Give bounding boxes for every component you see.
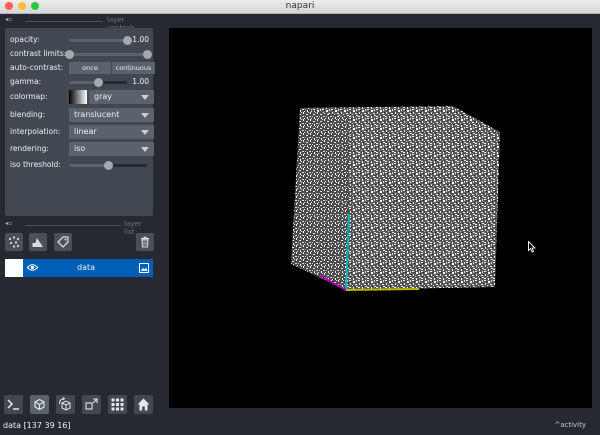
transpose-dimensions-button[interactable] bbox=[82, 395, 101, 414]
auto-contrast-continuous-button[interactable]: continuous bbox=[112, 62, 155, 74]
window-titlebar: napari bbox=[0, 0, 600, 14]
points-icon bbox=[8, 236, 20, 248]
auto-contrast-row: auto-contrast: once continuous bbox=[10, 61, 155, 75]
delete-layer-button[interactable] bbox=[136, 233, 154, 251]
contrast-limits-low-handle[interactable] bbox=[64, 50, 74, 59]
new-labels-layer-button[interactable] bbox=[54, 233, 72, 251]
image-layer-icon bbox=[139, 263, 149, 273]
layer-list-dock-header: ◂▫ layer list bbox=[3, 220, 153, 236]
new-shapes-layer-button[interactable] bbox=[29, 233, 47, 251]
activity-label: activity bbox=[560, 421, 586, 429]
dock-float-icon[interactable]: ◂▫ bbox=[5, 16, 12, 23]
interpolation-row: interpolation: linear bbox=[10, 125, 154, 139]
volume-render bbox=[291, 106, 500, 291]
viewer-canvas[interactable] bbox=[169, 28, 592, 408]
iso-threshold-row: iso threshold: bbox=[10, 158, 150, 172]
new-points-layer-button[interactable] bbox=[5, 233, 23, 251]
roll-dimensions-button[interactable] bbox=[56, 395, 75, 414]
rendering-row: rendering: iso bbox=[10, 142, 154, 156]
tag-icon bbox=[57, 236, 69, 248]
auto-contrast-once-button[interactable]: once bbox=[69, 62, 111, 74]
colormap-dropdown[interactable]: gray bbox=[89, 90, 154, 104]
dock-divider bbox=[25, 21, 103, 22]
gamma-slider[interactable] bbox=[69, 75, 127, 89]
terminal-icon bbox=[7, 399, 19, 410]
opacity-slider[interactable] bbox=[69, 33, 132, 47]
opacity-row: opacity: 1.00 bbox=[10, 33, 150, 47]
colormap-preview bbox=[69, 90, 87, 104]
layer-name[interactable]: data bbox=[35, 259, 137, 277]
layer-controls-dock-header: ◂▫ layer controls bbox=[3, 16, 153, 32]
contrast-limits-track bbox=[69, 53, 147, 56]
opacity-value: 1.00 bbox=[132, 35, 149, 44]
auto-contrast-label: auto-contrast: bbox=[10, 63, 64, 72]
contrast-limits-label: contrast limits: bbox=[10, 49, 67, 58]
roll-icon bbox=[59, 397, 71, 411]
gamma-label: gamma: bbox=[10, 77, 42, 86]
layer-controls-panel: opacity: 1.00 contrast limits: auto-cont… bbox=[5, 28, 155, 216]
gamma-row: gamma: 1.00 bbox=[10, 75, 150, 89]
interpolation-value: linear bbox=[74, 127, 97, 136]
console-button[interactable] bbox=[4, 395, 23, 414]
transpose-icon bbox=[85, 398, 98, 410]
colormap-label: colormap: bbox=[10, 92, 48, 101]
colormap-row: colormap: gray bbox=[10, 90, 154, 104]
grid-view-button[interactable] bbox=[108, 395, 127, 414]
chevron-down-icon bbox=[141, 147, 149, 152]
dock-divider bbox=[25, 225, 121, 226]
blending-value: translucent bbox=[74, 110, 120, 119]
gamma-slider-handle[interactable] bbox=[93, 78, 103, 87]
interpolation-label: interpolation: bbox=[10, 127, 61, 136]
interpolation-dropdown[interactable]: linear bbox=[69, 125, 154, 139]
chevron-down-icon bbox=[141, 95, 149, 100]
3d-cube-icon bbox=[34, 398, 45, 411]
layer-thumbnail bbox=[5, 259, 23, 277]
chevron-down-icon bbox=[141, 113, 149, 118]
iso-threshold-fill bbox=[69, 164, 108, 167]
trash-icon bbox=[141, 236, 149, 248]
iso-threshold-slider[interactable] bbox=[69, 158, 147, 172]
blending-label: blending: bbox=[10, 110, 46, 119]
status-bar-text: data [137 39 16] bbox=[3, 421, 71, 430]
shapes-icon bbox=[32, 238, 43, 247]
reset-view-button[interactable] bbox=[134, 395, 153, 414]
chevron-down-icon bbox=[141, 130, 149, 135]
layer-item-data[interactable]: data bbox=[5, 259, 153, 277]
iso-threshold-label: iso threshold: bbox=[10, 160, 61, 169]
blending-dropdown[interactable]: translucent bbox=[69, 108, 154, 122]
gamma-value: 1.00 bbox=[132, 77, 149, 86]
window-title: napari bbox=[285, 1, 315, 11]
iso-threshold-handle[interactable] bbox=[103, 161, 113, 170]
contrast-limits-range-slider[interactable] bbox=[64, 47, 152, 61]
dock-float-icon[interactable]: ◂▫ bbox=[5, 220, 12, 227]
rendering-label: rendering: bbox=[10, 144, 49, 153]
mouse-cursor-icon bbox=[528, 241, 536, 253]
rendering-dropdown[interactable]: iso bbox=[69, 142, 154, 156]
axis-z-line bbox=[345, 288, 420, 291]
contrast-limits-high-handle[interactable] bbox=[142, 50, 152, 59]
opacity-slider-fill bbox=[69, 39, 127, 42]
blending-row: blending: translucent bbox=[10, 108, 154, 122]
toggle-ndisplay-button[interactable] bbox=[30, 395, 49, 414]
rendering-value: iso bbox=[74, 144, 86, 153]
colormap-value: gray bbox=[94, 92, 113, 101]
cube-front-face bbox=[346, 118, 500, 290]
contrast-limits-row: contrast limits: bbox=[10, 47, 152, 61]
activity-toggle[interactable]: ^activity bbox=[554, 421, 586, 429]
opacity-label: opacity: bbox=[10, 35, 40, 44]
home-icon bbox=[137, 398, 150, 411]
opacity-slider-handle[interactable] bbox=[122, 36, 132, 45]
cube-left-face bbox=[291, 108, 350, 290]
grid-icon bbox=[111, 398, 124, 411]
